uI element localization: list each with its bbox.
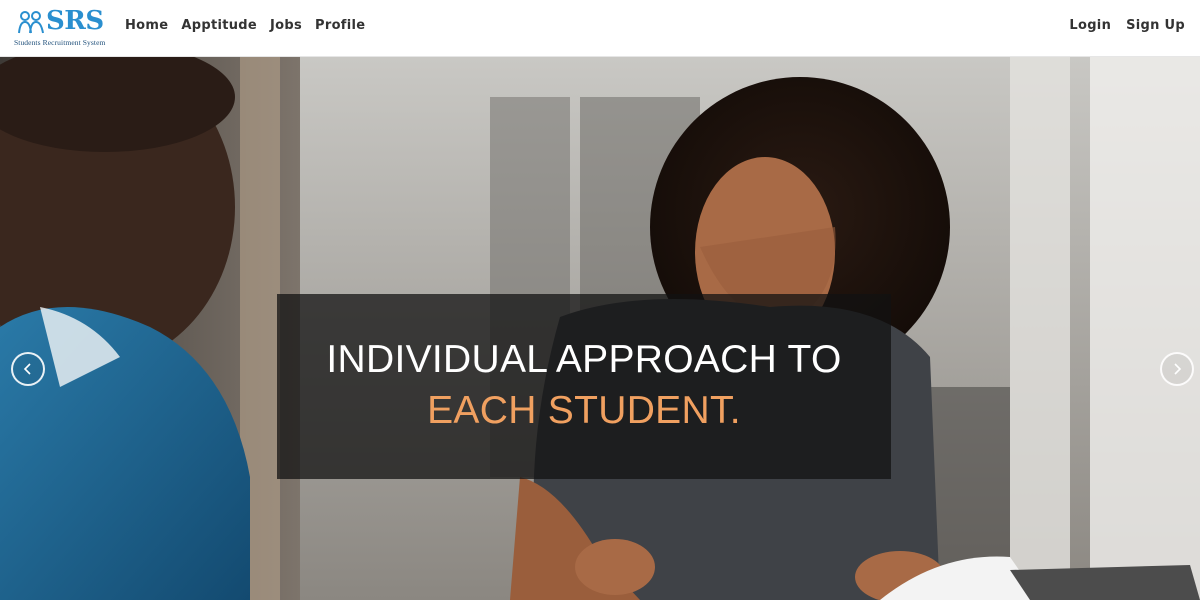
navbar: SRS Students Recruitment System Home App… <box>0 0 1200 57</box>
nav-link-profile[interactable]: Profile <box>315 17 365 35</box>
signup-link[interactable]: Sign Up <box>1126 17 1185 35</box>
chevron-right-icon <box>1174 363 1182 375</box>
people-icon <box>18 11 44 34</box>
carousel-next-button[interactable] <box>1160 352 1194 386</box>
login-link[interactable]: Login <box>1069 17 1111 35</box>
main-nav: Home Apptitude Jobs Profile <box>125 17 378 35</box>
hero-carousel: INDIVIDUAL APPROACH TO EACH STUDENT. <box>0 57 1200 600</box>
hero-caption: INDIVIDUAL APPROACH TO EACH STUDENT. <box>277 294 891 479</box>
chevron-left-icon <box>23 363 31 375</box>
hero-caption-line1: INDIVIDUAL APPROACH TO <box>326 338 842 381</box>
hero-caption-line2: EACH STUDENT. <box>427 389 741 432</box>
nav-link-jobs[interactable]: Jobs <box>270 17 302 35</box>
carousel-prev-button[interactable] <box>11 352 45 386</box>
nav-link-apptitude[interactable]: Apptitude <box>181 17 257 35</box>
nav-link-home[interactable]: Home <box>125 17 168 35</box>
brand-logo[interactable]: SRS Students Recruitment System <box>12 6 108 50</box>
brand-name: SRS <box>46 6 104 36</box>
brand-subtitle: Students Recruitment System <box>14 38 106 47</box>
auth-nav: Login Sign Up <box>1054 17 1185 35</box>
